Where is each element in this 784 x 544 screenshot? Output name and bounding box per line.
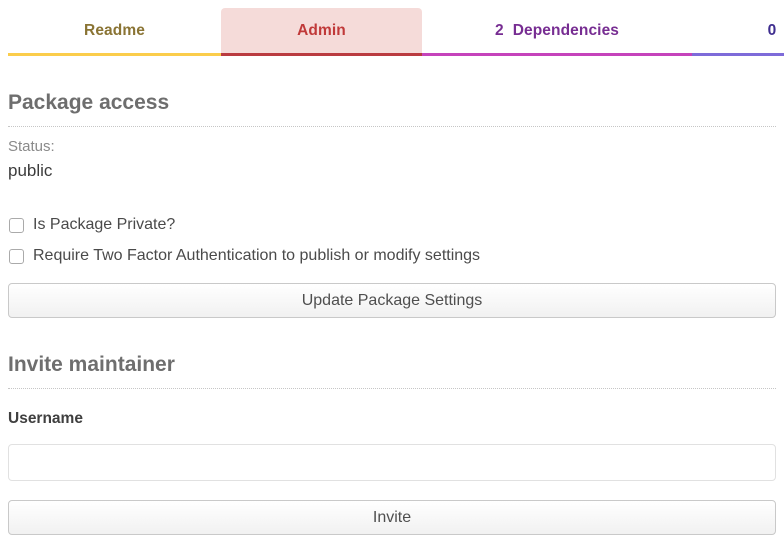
is-package-private-label: Is Package Private? [33, 216, 175, 234]
require-two-factor-label: Require Two Factor Authentication to pub… [33, 247, 480, 265]
invite-maintainer-title: Invite maintainer [8, 351, 776, 389]
tab-readme[interactable]: Readme [8, 8, 221, 56]
status-value: public [8, 160, 776, 182]
tab-dependents[interactable]: 0 [692, 8, 784, 56]
require-two-factor-checkbox[interactable] [9, 249, 24, 264]
update-package-settings-button[interactable]: Update Package Settings [8, 283, 776, 318]
tab-dependencies[interactable]: 2 Dependencies [422, 8, 692, 56]
private-checkbox-row: Is Package Private? [8, 216, 776, 234]
tab-readme-label: Readme [84, 22, 145, 40]
invite-button[interactable]: Invite [8, 500, 776, 535]
two-factor-checkbox-row: Require Two Factor Authentication to pub… [8, 247, 776, 265]
tab-admin[interactable]: Admin [221, 8, 422, 56]
package-access-title: Package access [8, 89, 776, 127]
tab-dependents-label: 0 [768, 22, 777, 40]
tab-dependencies-label: Dependencies [513, 22, 619, 40]
admin-panel: Package access Status: public Is Package… [0, 89, 784, 535]
tab-dependencies-count: 2 [495, 22, 504, 40]
status-label: Status: [8, 137, 776, 156]
package-tabbar: Readme Admin 2 Dependencies 0 [0, 8, 784, 56]
username-label: Username [8, 410, 776, 428]
is-package-private-checkbox[interactable] [9, 218, 24, 233]
username-input[interactable] [8, 444, 776, 481]
tab-admin-label: Admin [297, 22, 346, 40]
